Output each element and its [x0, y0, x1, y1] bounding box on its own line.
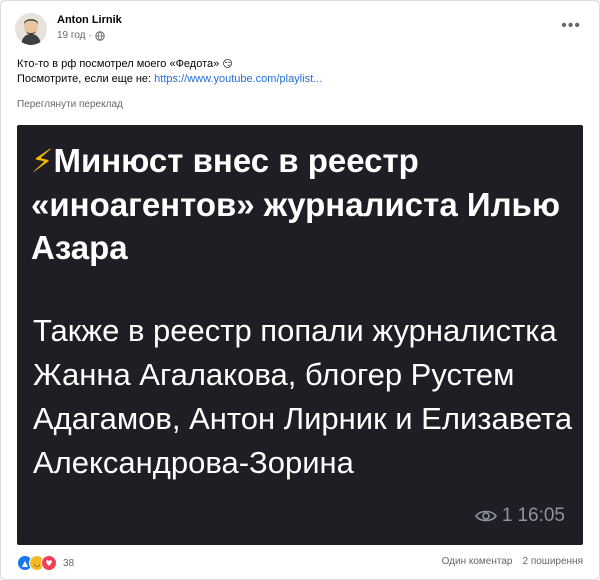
- post-card: Anton Lirnik 19 год · ••• Кто-то в рф по…: [0, 0, 600, 580]
- post-media[interactable]: ⚡Минюст внес в реестр «иноагентов» журна…: [17, 125, 583, 545]
- author-name[interactable]: Anton Lirnik: [57, 14, 122, 26]
- media-headline-text: Минюст внес в реестр «иноагентов» журнал…: [31, 142, 560, 266]
- smirk-emoji: 😏: [222, 59, 233, 70]
- more-icon[interactable]: •••: [561, 17, 581, 35]
- post-time[interactable]: 19 год: [57, 30, 86, 41]
- shares-count[interactable]: 2 поширення: [522, 556, 583, 567]
- see-translation-link[interactable]: Переглянути переклад: [17, 99, 123, 110]
- comments-count[interactable]: Один коментар: [442, 556, 513, 567]
- post-line-1-text: Кто-то в рф посмотрел моего «Федота»: [17, 58, 220, 70]
- post-line-1: Кто-то в рф посмотрел моего «Федота» 😏: [17, 57, 577, 72]
- media-time: 16:05: [517, 505, 565, 526]
- view-count: 1: [501, 505, 513, 526]
- media-body-text: Также в реестр попали журналистка Жанна …: [33, 313, 573, 480]
- post-text: Кто-то в рф посмотрел моего «Федота» 😏 П…: [17, 57, 577, 87]
- globe-icon: [95, 30, 105, 41]
- love-icon: ♥: [41, 555, 57, 571]
- post-header: Anton Lirnik 19 год · •••: [15, 13, 587, 49]
- post-line-2: Посмотрите, если еще не: https://www.you…: [17, 72, 577, 87]
- avatar-illustration-icon: [15, 13, 47, 45]
- reactions-summary[interactable]: ▲ ◡ ♥ 38: [17, 555, 74, 571]
- lightning-icon: ⚡: [31, 142, 54, 180]
- post-line-2-text: Посмотрите, если еще не:: [17, 73, 155, 85]
- reaction-count[interactable]: 38: [63, 558, 74, 569]
- media-headline: ⚡Минюст внес в реестр «иноагентов» журна…: [31, 139, 571, 269]
- post-meta: 19 год ·: [57, 30, 105, 41]
- meta-separator: ·: [88, 30, 92, 41]
- post-footer: ▲ ◡ ♥ 38 Один коментар 2 поширення: [17, 553, 583, 573]
- playlist-link[interactable]: https://www.youtube.com/playlist...: [154, 73, 322, 85]
- engagement-counts: Один коментар 2 поширення: [442, 556, 583, 567]
- avatar[interactable]: [15, 13, 47, 45]
- media-views: 1 16:05: [474, 505, 565, 527]
- eye-icon: [474, 510, 497, 522]
